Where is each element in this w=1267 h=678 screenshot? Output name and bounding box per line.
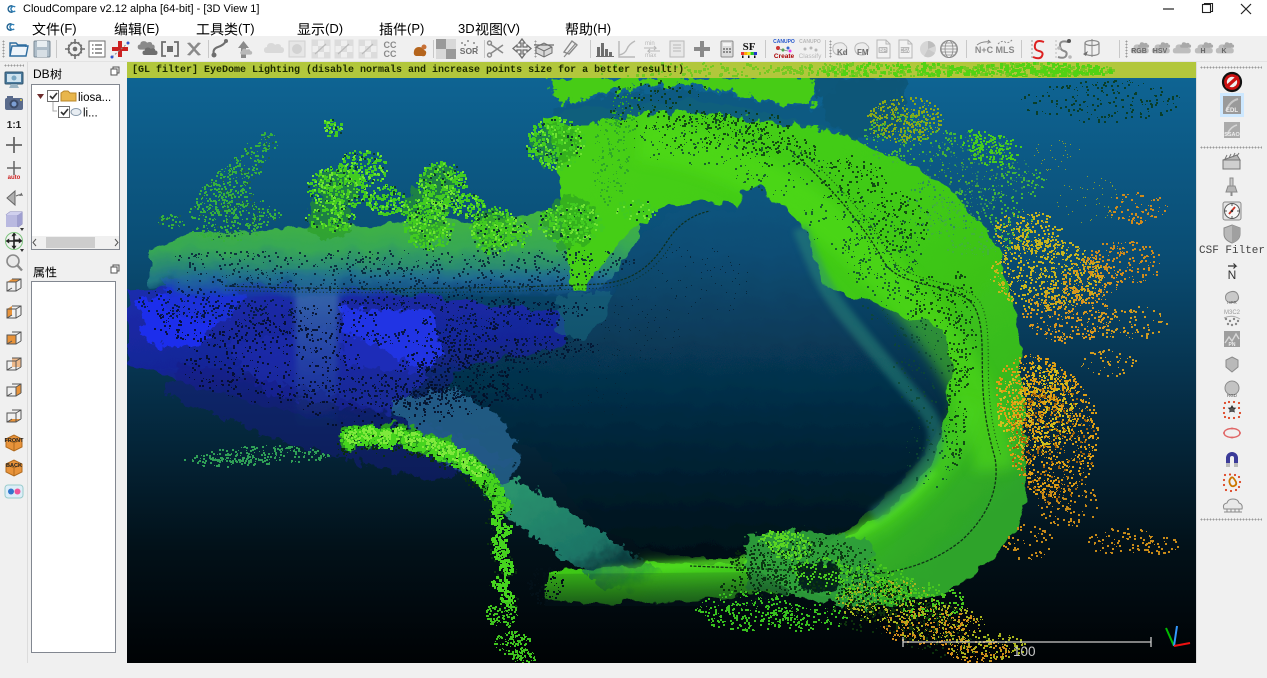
- svg-text:BP: BP: [879, 48, 887, 54]
- svg-text:max: max: [645, 53, 656, 59]
- svg-text:H: H: [1200, 48, 1205, 55]
- svg-text:MLS: MLS: [996, 45, 1015, 55]
- svg-text:li...: li...: [83, 108, 98, 119]
- svg-text:EDL: EDL: [1226, 108, 1238, 114]
- svg-text:SF: SF: [743, 41, 756, 53]
- svg-text:Classify: Classify: [799, 53, 822, 60]
- svg-text:N: N: [1228, 268, 1237, 282]
- svg-text:min: min: [645, 41, 655, 47]
- svg-text:liosa...: liosa...: [78, 92, 111, 104]
- svg-text:FRONT: FRONT: [5, 438, 25, 444]
- svg-text:SSAO: SSAO: [1224, 132, 1240, 138]
- svg-text:K: K: [1221, 48, 1226, 55]
- svg-text:PN: PN: [1229, 342, 1236, 348]
- svg-text:CANUPO: CANUPO: [799, 39, 821, 45]
- svg-text:N+C: N+C: [975, 45, 994, 55]
- svg-text:M3C2: M3C2: [1224, 310, 1241, 316]
- svg-text:CC: CC: [384, 49, 397, 59]
- svg-text:CSV: CSV: [900, 48, 911, 54]
- svg-text:auto: auto: [8, 175, 21, 181]
- svg-text:HPR: HPR: [1227, 300, 1237, 305]
- svg-text:100: 100: [1013, 644, 1036, 659]
- svg-text:Kd: Kd: [837, 48, 848, 57]
- svg-text:1:1: 1:1: [7, 120, 22, 131]
- svg-text:BACK: BACK: [6, 463, 22, 469]
- svg-text:RGB: RGB: [1131, 48, 1147, 55]
- svg-text:HSV: HSV: [1153, 48, 1168, 55]
- svg-text:CANUPO: CANUPO: [773, 39, 795, 45]
- svg-text:SOR: SOR: [460, 46, 478, 56]
- svg-text:Create: Create: [774, 53, 795, 60]
- svg-text:FM: FM: [857, 48, 869, 57]
